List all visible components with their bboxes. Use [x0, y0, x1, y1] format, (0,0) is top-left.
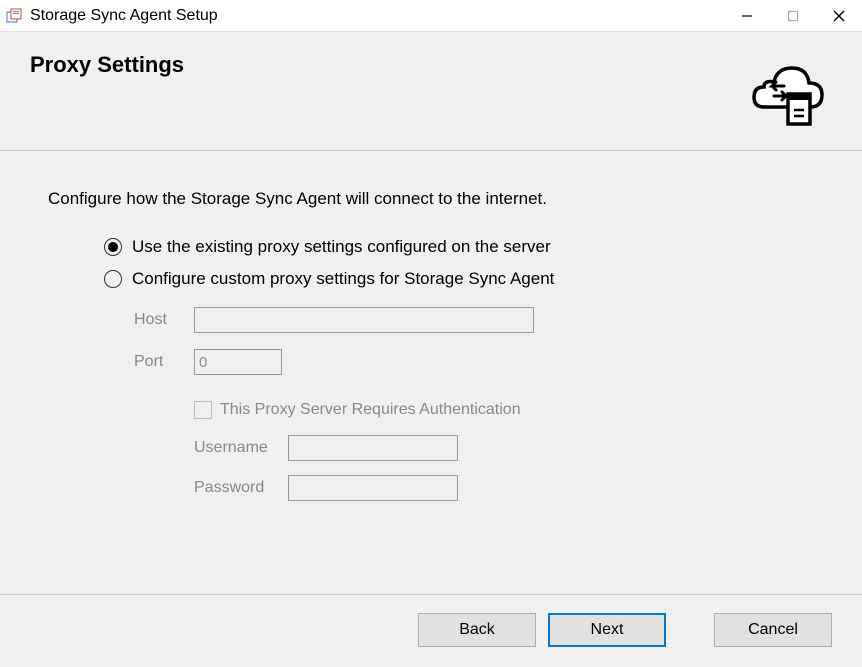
back-button[interactable]: Back — [418, 613, 536, 647]
radio-dot-icon — [104, 238, 122, 256]
radio-custom-label: Configure custom proxy settings for Stor… — [132, 269, 554, 289]
password-input[interactable] — [288, 475, 458, 501]
auth-checkbox-row[interactable]: This Proxy Server Requires Authenticatio… — [194, 401, 832, 419]
cloud-sync-icon — [742, 52, 832, 132]
host-input[interactable] — [194, 307, 534, 333]
cancel-button[interactable]: Cancel — [714, 613, 832, 647]
maximize-button — [770, 0, 816, 31]
radio-custom-proxy[interactable]: Configure custom proxy settings for Stor… — [104, 269, 832, 289]
window-controls — [724, 0, 862, 31]
page-header: Proxy Settings — [0, 32, 862, 151]
radio-existing-label: Use the existing proxy settings configur… — [132, 237, 551, 257]
next-button[interactable]: Next — [548, 613, 666, 647]
radio-circle-icon — [104, 270, 122, 288]
app-icon — [6, 7, 24, 25]
page-title: Proxy Settings — [30, 52, 184, 78]
content-area: Configure how the Storage Sync Agent wil… — [0, 151, 862, 525]
close-button[interactable] — [816, 0, 862, 31]
radio-existing-proxy[interactable]: Use the existing proxy settings configur… — [104, 237, 832, 257]
minimize-button[interactable] — [724, 0, 770, 31]
port-input[interactable] — [194, 349, 282, 375]
custom-proxy-form: Host Port This Proxy Server Requires Aut… — [134, 307, 832, 501]
password-row: Password — [194, 475, 832, 501]
titlebar: Storage Sync Agent Setup — [0, 0, 862, 32]
host-label: Host — [134, 311, 194, 329]
window-title: Storage Sync Agent Setup — [30, 7, 218, 25]
username-row: Username — [194, 435, 832, 461]
proxy-radio-group: Use the existing proxy settings configur… — [104, 237, 832, 501]
checkbox-icon — [194, 401, 212, 419]
auth-checkbox-label: This Proxy Server Requires Authenticatio… — [220, 401, 521, 419]
port-label: Port — [134, 353, 194, 371]
footer-buttons: Back Next Cancel — [0, 594, 862, 667]
intro-text: Configure how the Storage Sync Agent wil… — [48, 189, 832, 209]
password-label: Password — [194, 479, 288, 497]
username-label: Username — [194, 439, 288, 457]
port-row: Port — [134, 349, 832, 375]
host-row: Host — [134, 307, 832, 333]
auth-group: Username Password — [194, 435, 832, 501]
username-input[interactable] — [288, 435, 458, 461]
